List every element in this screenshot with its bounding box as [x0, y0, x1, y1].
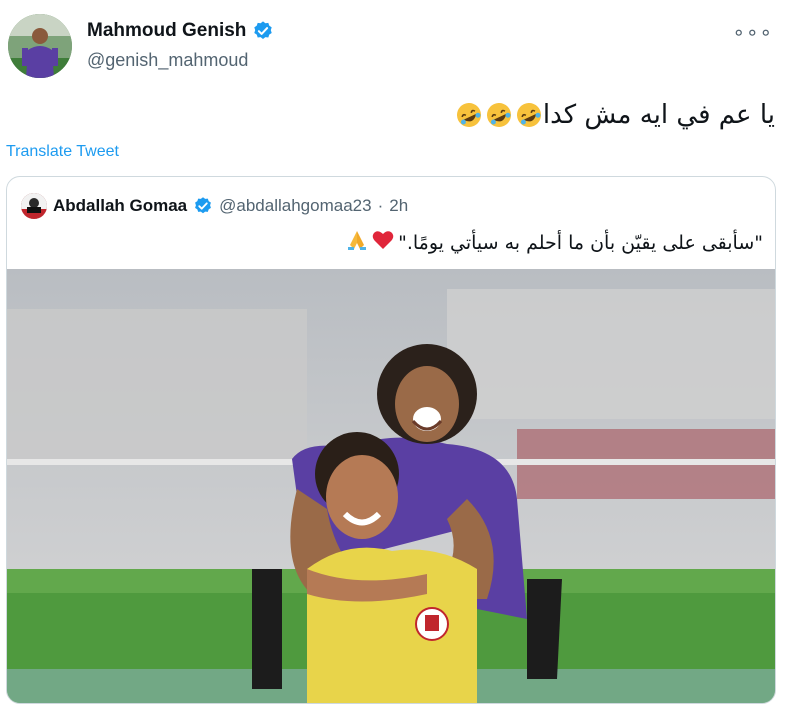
quoted-author-name[interactable]: Abdallah Gomaa: [53, 196, 187, 216]
folded-hands-icon: [346, 229, 368, 256]
verified-icon: [254, 21, 273, 39]
quoted-body: "سأبقى على يقيّن بأن ما أحلم به سيأتي يو…: [398, 231, 763, 254]
meta-separator: ·: [377, 196, 384, 215]
author-name-row[interactable]: Mahmoud Genish: [87, 20, 274, 42]
quoted-author-handle[interactable]: @abdallahgomaa23: [219, 196, 371, 216]
rolling-laughing-emoji-icon: [515, 101, 543, 129]
quoted-timestamp[interactable]: 2h: [389, 196, 408, 216]
tweet-text: يا عم في ايه مش كدا: [453, 100, 775, 130]
translate-tweet-link[interactable]: Translate Tweet: [6, 143, 119, 161]
red-heart-icon: [372, 230, 394, 255]
author-name[interactable]: Mahmoud Genish: [87, 20, 246, 42]
quoted-tweet-card[interactable]: Abdallah Gomaa @abdallahgomaa23 · 2h "سأ…: [6, 176, 776, 704]
quoted-tweet-header: Abdallah Gomaa @abdallahgomaa23 · 2h: [21, 193, 408, 219]
quoted-tweet-text: "سأبقى على يقيّن بأن ما أحلم به سيأتي يو…: [346, 229, 763, 256]
rolling-laughing-emoji-icon: [455, 101, 483, 129]
quoted-tweet-photo[interactable]: [7, 269, 775, 703]
verified-icon: [195, 197, 212, 214]
author-handle[interactable]: @genish_mahmoud: [87, 50, 248, 71]
quoted-author-avatar[interactable]: [21, 193, 47, 219]
tweet-body: يا عم في ايه مش كدا: [542, 100, 775, 130]
rolling-laughing-emoji-icon: [485, 101, 513, 129]
author-avatar[interactable]: [8, 14, 72, 78]
more-options-icon[interactable]: ∘∘∘: [732, 20, 773, 45]
